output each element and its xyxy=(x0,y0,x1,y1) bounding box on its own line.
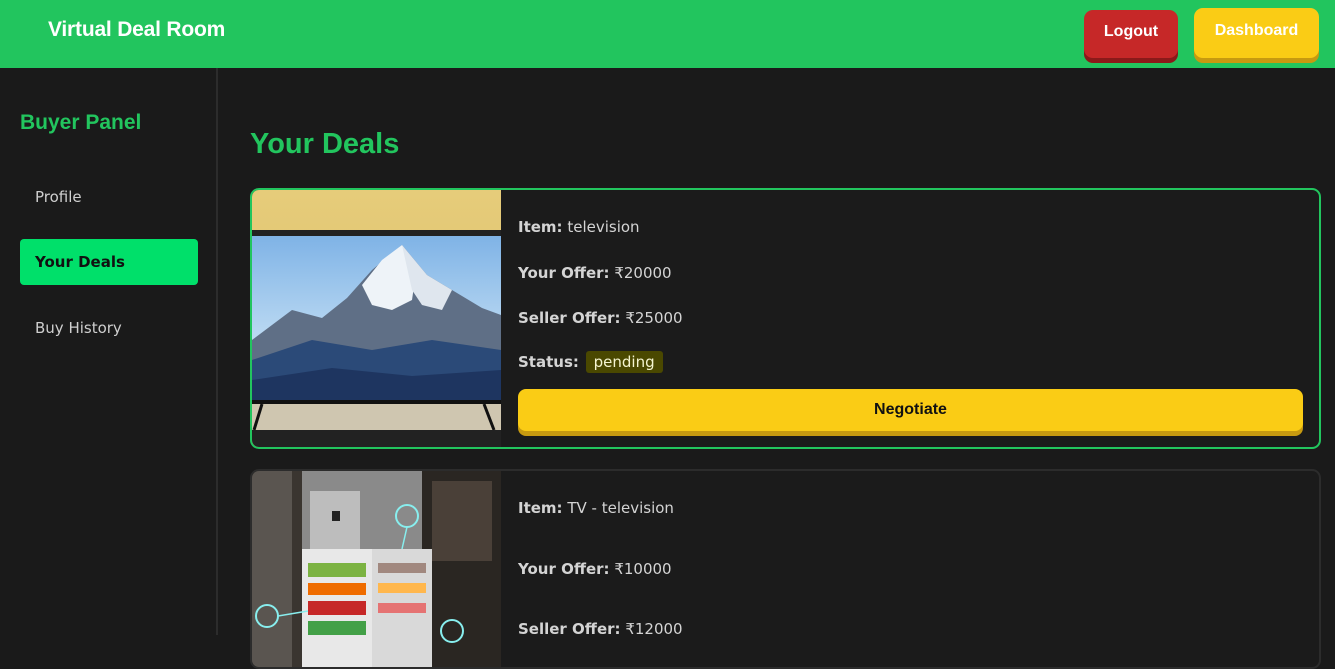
deal-item: Item: TV - television xyxy=(518,499,674,517)
refrigerator-photo xyxy=(252,471,501,667)
deal-image xyxy=(252,190,501,447)
item-label: Item: xyxy=(518,218,563,236)
item-value: TV - television xyxy=(567,499,674,517)
seller-offer-value: ₹25000 xyxy=(625,309,683,327)
sidebar-title: Buyer Panel xyxy=(20,111,142,134)
deal-item: Item: television xyxy=(518,218,640,236)
logout-button[interactable]: Logout xyxy=(1084,10,1178,58)
seller-offer-label: Seller Offer: xyxy=(518,620,621,638)
negotiate-button[interactable]: Negotiate xyxy=(518,389,1303,431)
sidebar-item-your-deals[interactable]: Your Deals xyxy=(20,239,198,285)
page-title: Your Deals xyxy=(250,128,400,160)
sidebar-item-buy-history[interactable]: Buy History xyxy=(20,305,198,351)
seller-offer-label: Seller Offer: xyxy=(518,309,621,327)
deal-card: Item: television Your Offer: ₹20000 Sell… xyxy=(250,188,1321,449)
top-navbar: Virtual Deal Room Logout Dashboard xyxy=(0,0,1335,68)
sidebar-item-profile[interactable]: Profile xyxy=(20,174,198,220)
deal-seller-offer: Seller Offer: ₹25000 xyxy=(518,309,683,327)
your-offer-label: Your Offer: xyxy=(518,264,610,282)
your-offer-value: ₹10000 xyxy=(614,560,672,578)
dashboard-button[interactable]: Dashboard xyxy=(1194,8,1319,58)
deal-status: Status: pending xyxy=(518,351,663,373)
item-value: television xyxy=(567,218,640,236)
deal-card: Item: TV - television Your Offer: ₹10000… xyxy=(250,469,1321,669)
your-offer-value: ₹20000 xyxy=(614,264,672,282)
item-label: Item: xyxy=(518,499,563,517)
sidebar: Buyer Panel Profile Your Deals Buy Histo… xyxy=(0,68,218,635)
your-offer-label: Your Offer: xyxy=(518,560,610,578)
deal-your-offer: Your Offer: ₹10000 xyxy=(518,560,672,578)
deal-seller-offer: Seller Offer: ₹12000 xyxy=(518,620,683,638)
app-brand[interactable]: Virtual Deal Room xyxy=(48,18,225,42)
status-badge: pending xyxy=(585,351,663,373)
status-label: Status: xyxy=(518,353,579,371)
deal-your-offer: Your Offer: ₹20000 xyxy=(518,264,672,282)
deal-image xyxy=(252,471,501,667)
seller-offer-value: ₹12000 xyxy=(625,620,683,638)
television-photo xyxy=(252,190,501,447)
